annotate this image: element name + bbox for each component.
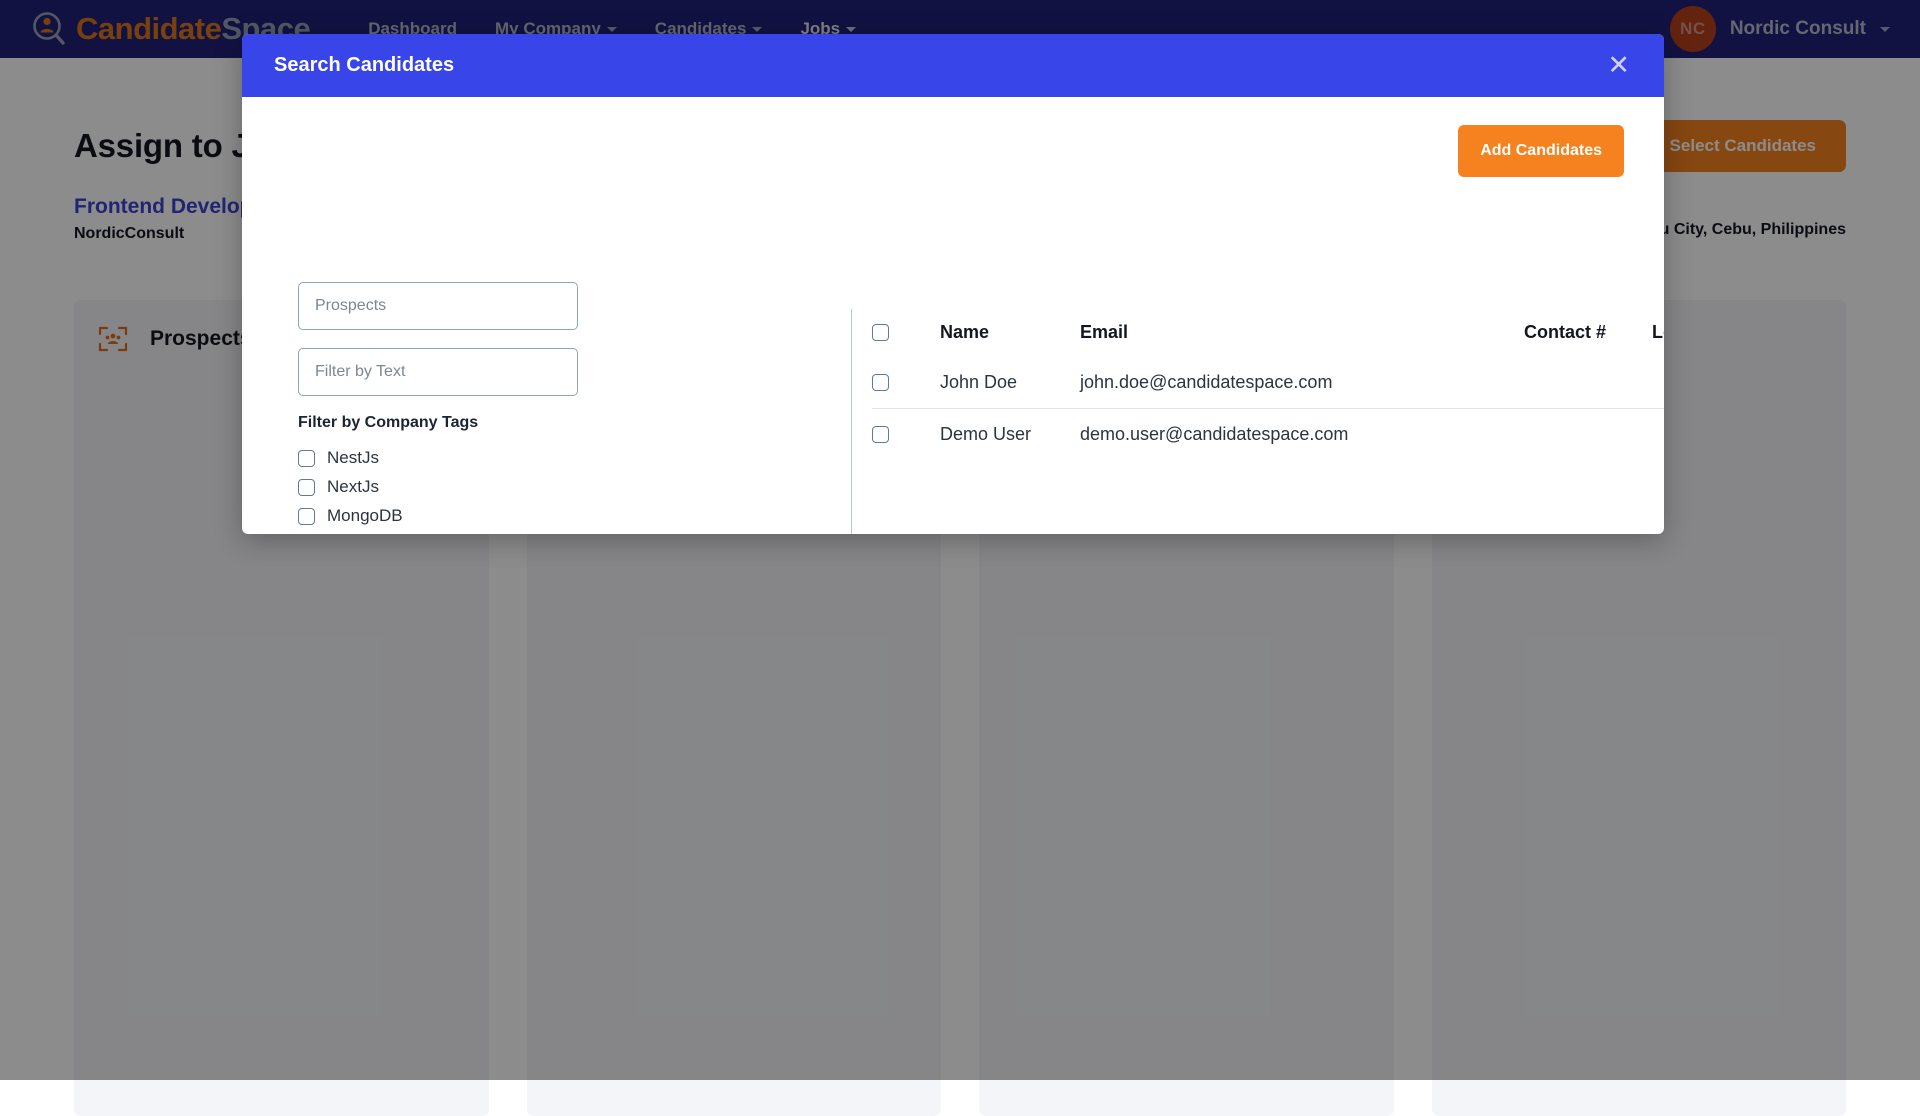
close-icon[interactable]: ✕ xyxy=(1603,50,1634,81)
add-candidates-button[interactable]: Add Candidates xyxy=(1458,125,1624,177)
column-header-email[interactable]: Email xyxy=(1080,322,1524,343)
table-row[interactable]: John Doe john.doe@candidatespace.com xyxy=(872,356,1664,408)
modal-title: Search Candidates xyxy=(274,54,454,77)
checkbox-row-demo-user[interactable] xyxy=(872,426,889,443)
filter-panel: Filter by Company Tags NestJs NextJs Mon… xyxy=(298,282,578,534)
company-tag-label: MongoDB xyxy=(327,506,403,526)
table-header-row: Name Email Contact # Location xyxy=(872,309,1664,356)
column-header-name[interactable]: Name xyxy=(940,322,1080,343)
checkbox-nextjs[interactable] xyxy=(298,479,315,496)
prospects-select-input[interactable] xyxy=(298,282,578,330)
checkbox-row-john-doe[interactable] xyxy=(872,374,889,391)
modal-body: Add Candidates Filter by Company Tags Ne… xyxy=(242,97,1664,534)
cell-email: john.doe@candidatespace.com xyxy=(1080,372,1524,393)
company-tag-option-nextjs[interactable]: NextJs xyxy=(298,477,578,497)
modal-header: Search Candidates ✕ xyxy=(242,34,1664,97)
select-all-cell xyxy=(872,324,940,341)
company-tag-option-mongodb[interactable]: MongoDB xyxy=(298,506,578,526)
checkbox-nestjs[interactable] xyxy=(298,450,315,467)
filter-by-text-input[interactable] xyxy=(298,348,578,396)
candidates-table: Name Email Contact # Location John Doe j… xyxy=(872,309,1664,460)
cell-name: John Doe xyxy=(940,372,1080,393)
checkbox-mongodb[interactable] xyxy=(298,508,315,525)
application-root: CandidateSpace Dashboard My Company Cand… xyxy=(0,0,1920,1080)
company-tag-label: NestJs xyxy=(327,448,379,468)
cell-email: demo.user@candidatespace.com xyxy=(1080,424,1524,445)
table-row[interactable]: Demo User demo.user@candidatespace.com xyxy=(872,408,1664,460)
cell-name: Demo User xyxy=(940,424,1080,445)
column-header-location[interactable]: Location xyxy=(1652,322,1664,343)
column-header-contact[interactable]: Contact # xyxy=(1524,322,1652,343)
row-select-cell xyxy=(872,426,940,443)
panel-divider xyxy=(851,309,852,534)
company-tag-label: NextJs xyxy=(327,477,379,497)
company-tag-option-nestjs[interactable]: NestJs xyxy=(298,448,578,468)
filter-by-company-tags-label: Filter by Company Tags xyxy=(298,414,578,432)
search-candidates-modal: Search Candidates ✕ Add Candidates Filte… xyxy=(242,34,1664,534)
row-select-cell xyxy=(872,374,940,391)
checkbox-select-all[interactable] xyxy=(872,324,889,341)
